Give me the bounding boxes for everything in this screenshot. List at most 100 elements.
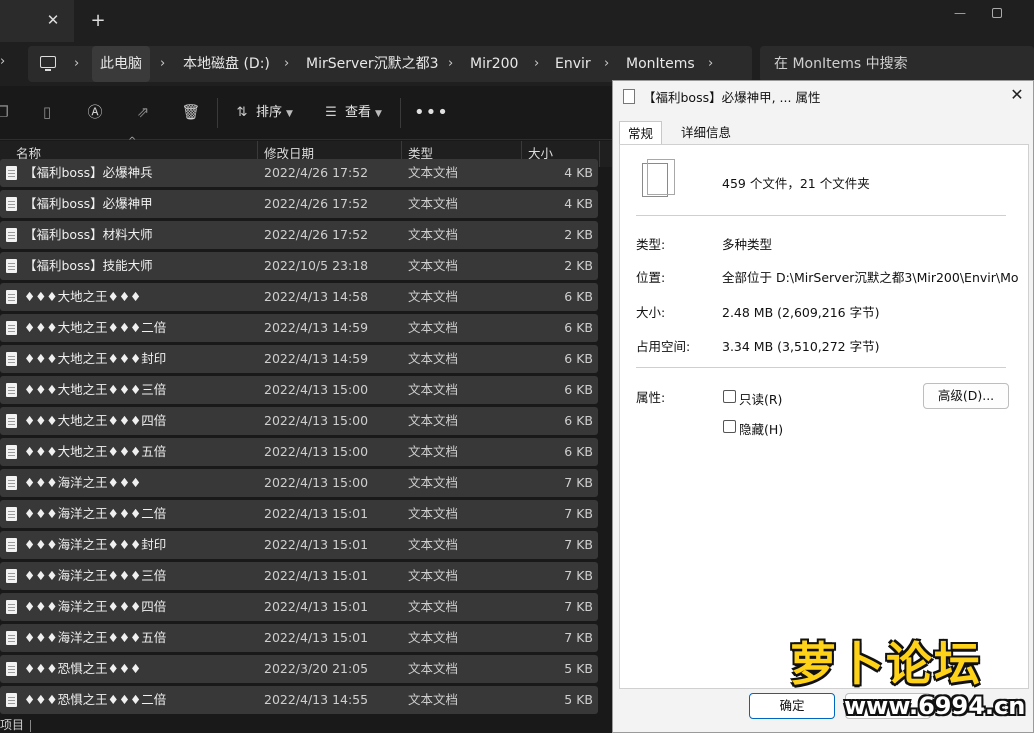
file-row[interactable]: 【福利boss】材料大师 2022/4/26 17:52 文本文档 2 KB — [0, 221, 598, 249]
attributes-label: 属性: — [636, 390, 666, 405]
chevron-right-icon[interactable]: › — [74, 46, 79, 82]
advanced-button[interactable]: 高级(D)... — [923, 383, 1009, 409]
file-name: ♦♦♦大地之王♦♦♦四倍 — [24, 413, 167, 428]
file-date: 2022/4/13 15:00 — [264, 382, 369, 397]
breadcrumb-monitems[interactable]: MonItems — [626, 46, 695, 82]
file-row[interactable]: ♦♦♦海洋之王♦♦♦三倍 2022/4/13 15:01 文本文档 7 KB — [0, 562, 598, 590]
tab-general[interactable]: 常规 — [619, 121, 663, 145]
file-row[interactable]: ♦♦♦大地之王♦♦♦四倍 2022/4/13 15:00 文本文档 6 KB — [0, 407, 598, 435]
breadcrumb-envir[interactable]: Envir — [555, 46, 591, 82]
file-row[interactable]: ♦♦♦海洋之王♦♦♦二倍 2022/4/13 15:01 文本文档 7 KB — [0, 500, 598, 528]
view-icon: ☰ — [325, 105, 337, 120]
explorer-tab[interactable]: ✕ — [0, 0, 74, 42]
readonly-label[interactable]: 只读(R) — [739, 389, 782, 408]
rename-icon[interactable]: Ⓐ — [85, 102, 105, 122]
more-options-button[interactable]: ••• — [414, 102, 449, 123]
file-row[interactable]: ♦♦♦大地之王♦♦♦ 2022/4/13 14:58 文本文档 6 KB — [0, 283, 598, 311]
nav-arrow-icon[interactable]: › — [0, 54, 5, 69]
file-name: ♦♦♦大地之王♦♦♦ — [24, 289, 142, 304]
file-name: ♦♦♦大地之王♦♦♦三倍 — [24, 382, 167, 397]
text-file-icon — [6, 507, 17, 521]
file-size: 2 KB — [564, 227, 593, 242]
delete-icon[interactable]: 🗑 — [181, 102, 201, 122]
file-date: 2022/4/13 14:58 — [264, 289, 369, 304]
view-button[interactable]: ☰ 查看 ▼ — [321, 100, 382, 126]
text-file-icon — [6, 600, 17, 614]
file-row[interactable]: ♦♦♦大地之王♦♦♦二倍 2022/4/13 14:59 文本文档 6 KB — [0, 314, 598, 342]
status-bar: 项目 — [0, 717, 612, 733]
tab-details[interactable]: 详细信息 — [673, 121, 739, 145]
file-row[interactable]: ♦♦♦海洋之王♦♦♦ 2022/4/13 15:00 文本文档 7 KB — [0, 469, 598, 497]
status-divider — [30, 719, 32, 732]
general-panel: 459 个文件，21 个文件夹 类型: 多种类型 位置: 全部位于 D:\Mir… — [619, 144, 1029, 689]
file-name: ♦♦♦海洋之王♦♦♦二倍 — [24, 506, 167, 521]
file-name: ♦♦♦海洋之王♦♦♦四倍 — [24, 599, 167, 614]
file-date: 2022/4/26 17:52 — [264, 196, 369, 211]
file-date: 2022/4/13 15:00 — [264, 444, 369, 459]
file-row[interactable]: ♦♦♦大地之王♦♦♦五倍 2022/4/13 15:00 文本文档 6 KB — [0, 438, 598, 466]
file-row[interactable]: ♦♦♦恐惧之王♦♦♦ 2022/3/20 21:05 文本文档 5 KB — [0, 655, 598, 683]
sort-button[interactable]: ⇅ 排序 ▼ — [232, 100, 293, 126]
file-size: 2 KB — [564, 258, 593, 273]
address-bar[interactable]: › 此电脑 › 本地磁盘 (D:) › MirServer沉默之都3 › Mir… — [28, 46, 752, 82]
file-type: 文本文档 — [408, 165, 459, 180]
file-size: 6 KB — [564, 382, 593, 397]
share-icon[interactable]: ⇗ — [133, 102, 153, 122]
file-size: 5 KB — [564, 692, 593, 707]
text-file-icon — [6, 197, 17, 211]
file-type: 文本文档 — [408, 382, 459, 397]
file-row[interactable]: ♦♦♦海洋之王♦♦♦五倍 2022/4/13 15:01 文本文档 7 KB — [0, 624, 598, 652]
chevron-right-icon[interactable]: › — [284, 46, 289, 82]
file-date: 2022/4/26 17:52 — [264, 165, 369, 180]
file-name: ♦♦♦大地之王♦♦♦封印 — [24, 351, 167, 366]
file-date: 2022/4/13 14:59 — [264, 351, 369, 366]
file-row[interactable]: ♦♦♦海洋之王♦♦♦封印 2022/4/13 15:01 文本文档 7 KB — [0, 531, 598, 559]
file-row[interactable]: ♦♦♦大地之王♦♦♦三倍 2022/4/13 15:00 文本文档 6 KB — [0, 376, 598, 404]
file-type: 文本文档 — [408, 475, 459, 490]
chevron-right-icon[interactable]: › — [604, 46, 609, 82]
file-type: 文本文档 — [408, 661, 459, 676]
file-row[interactable]: ♦♦♦大地之王♦♦♦封印 2022/4/13 14:59 文本文档 6 KB — [0, 345, 598, 373]
close-tab-icon[interactable]: ✕ — [44, 11, 62, 31]
file-type: 文本文档 — [408, 537, 459, 552]
chevron-right-icon[interactable]: › — [448, 46, 453, 82]
search-box[interactable]: 在 MonItems 中搜索 — [760, 46, 1034, 82]
file-name: ♦♦♦海洋之王♦♦♦封印 — [24, 537, 167, 552]
paste-icon[interactable]: ▯ — [37, 102, 57, 122]
breadcrumb-this-pc[interactable]: 此电脑 — [92, 46, 150, 82]
minimize-button[interactable]: — — [948, 6, 972, 22]
readonly-checkbox[interactable] — [723, 390, 736, 403]
maximize-button[interactable] — [992, 8, 1002, 18]
view-label: 查看 — [345, 105, 372, 120]
new-tab-button[interactable]: + — [88, 10, 108, 32]
breadcrumb-mirserver[interactable]: MirServer沉默之都3 — [306, 46, 439, 82]
text-file-icon — [6, 383, 17, 397]
file-size: 7 KB — [564, 599, 593, 614]
disk-size-value: 3.34 MB (3,510,272 字节) — [722, 339, 880, 354]
sort-icon: ⇅ — [236, 105, 248, 120]
breadcrumb-mir200[interactable]: Mir200 — [470, 46, 518, 82]
close-icon[interactable]: ✕ — [1007, 85, 1027, 105]
chevron-right-icon[interactable]: › — [708, 46, 713, 82]
chevron-right-icon[interactable]: › — [534, 46, 539, 82]
file-row[interactable]: 【福利boss】技能大师 2022/10/5 23:18 文本文档 2 KB — [0, 252, 598, 280]
dialog-tabs: 常规 详细信息 — [619, 121, 1029, 145]
file-row[interactable]: ♦♦♦恐惧之王♦♦♦二倍 2022/4/13 14:55 文本文档 5 KB — [0, 686, 598, 714]
size-value: 2.48 MB (2,609,216 字节) — [722, 305, 880, 320]
hidden-label[interactable]: 隐藏(H) — [739, 419, 783, 438]
file-date: 2022/4/13 14:59 — [264, 320, 369, 335]
chevron-right-icon[interactable]: › — [160, 46, 165, 82]
search-input[interactable]: 在 MonItems 中搜索 — [774, 46, 908, 82]
sort-label: 排序 — [256, 105, 283, 120]
file-type: 文本文档 — [408, 413, 459, 428]
file-row[interactable]: ♦♦♦海洋之王♦♦♦四倍 2022/4/13 15:01 文本文档 7 KB — [0, 593, 598, 621]
file-type: 文本文档 — [408, 258, 459, 273]
hidden-checkbox[interactable] — [723, 420, 736, 433]
text-file-icon — [6, 631, 17, 645]
file-name: 【福利boss】技能大师 — [24, 258, 153, 273]
file-row[interactable]: 【福利boss】必爆神兵 2022/4/26 17:52 文本文档 4 KB — [0, 159, 598, 187]
toolbar-divider — [217, 98, 218, 128]
file-row[interactable]: 【福利boss】必爆神甲 2022/4/26 17:52 文本文档 4 KB — [0, 190, 598, 218]
breadcrumb-drive-d[interactable]: 本地磁盘 (D:) — [183, 46, 270, 82]
copy-icon[interactable]: ❐ — [0, 102, 12, 122]
